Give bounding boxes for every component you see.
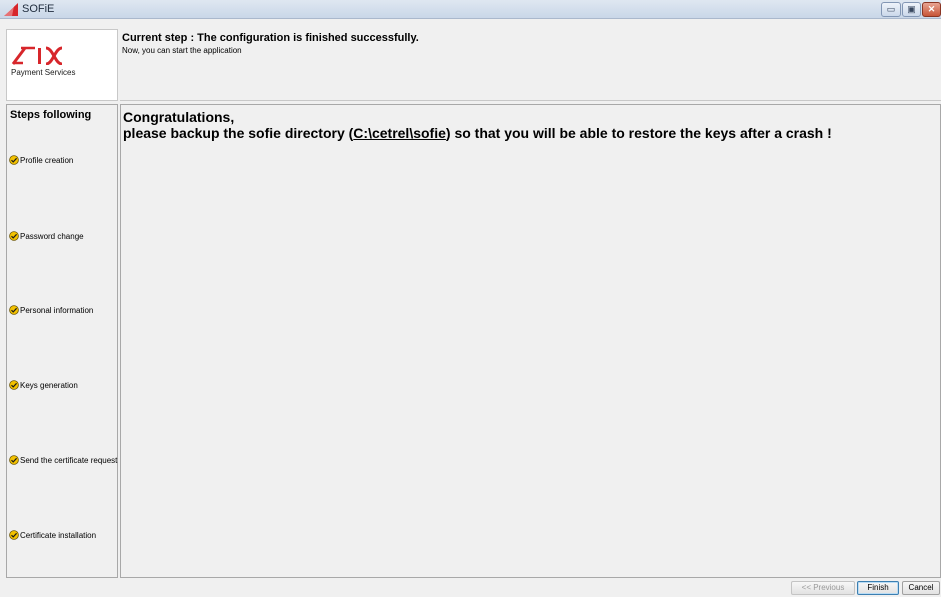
step-label: Profile creation [20,156,74,165]
backup-instruction: please backup the sofie directory (C:\ce… [123,125,832,141]
backup-text-prefix: please backup the sofie directory ( [123,125,354,141]
congrats-heading: Congratulations, [123,109,235,125]
ok-icon [9,231,19,241]
six-logo-icon [11,46,63,65]
congratulations-message: Congratulations, please backup the sofie… [123,109,832,141]
current-step-subtext: Now, you can start the application [122,46,242,55]
ok-icon [9,455,19,465]
finish-button[interactable]: Finish [857,581,899,595]
step-label: Keys generation [20,381,78,390]
current-step-title: Current step : The configuration is fini… [122,32,419,44]
brand-logo-panel: Payment Services [6,29,118,101]
close-button[interactable]: ✕ [922,2,941,17]
step-label: Password change [20,232,84,241]
step-label: Send the certificate request [20,456,118,465]
ok-icon [9,380,19,390]
logo-caption: Payment Services [11,68,76,77]
title-bar: SOFiE ▭ ▣ ✕ [0,0,941,19]
maximize-button[interactable]: ▣ [902,2,921,17]
content-panel: Congratulations, please backup the sofie… [120,104,941,578]
steps-title: Steps following [10,109,92,121]
ok-icon [9,155,19,165]
sofie-directory-link[interactable]: C:\cetrel\sofie [353,125,446,141]
backup-text-suffix: ) so that you will be able to restore th… [445,125,832,141]
header-panel: Current step : The configuration is fini… [120,29,941,101]
minimize-button[interactable]: ▭ [881,2,901,17]
window-title: SOFiE [22,3,55,15]
cancel-button[interactable]: Cancel [902,581,940,595]
step-label: Certificate installation [20,531,97,540]
ok-icon [9,305,19,315]
ok-icon [9,530,19,540]
app-window: SOFiE ▭ ▣ ✕ Payment Services Current ste… [0,0,941,597]
app-logo-icon [4,3,18,16]
previous-button[interactable]: << Previous [791,581,855,595]
step-label: Personal information [20,306,94,315]
steps-sidebar: Steps following Profile creation Passwor… [6,104,118,578]
